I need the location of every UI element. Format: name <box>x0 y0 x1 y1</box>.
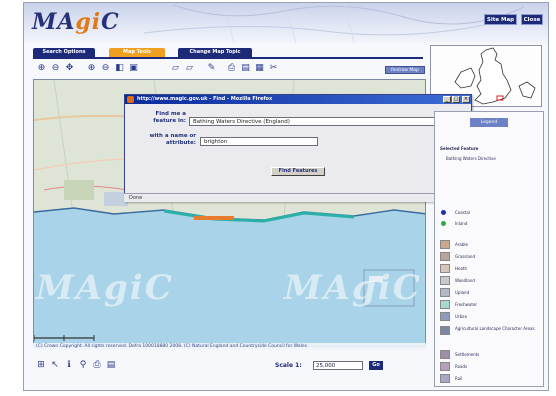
legend-panel <box>434 111 544 387</box>
magic-logo: MAgiC <box>32 9 120 35</box>
print-icon[interactable]: ⎙ <box>92 360 102 371</box>
legend-item-label: Heath <box>455 266 468 271</box>
legend-item-label: Inland <box>455 221 468 226</box>
info-icon[interactable]: ℹ <box>64 360 74 371</box>
legend-swatch <box>440 326 450 335</box>
query-icon[interactable]: ✂ <box>268 63 279 74</box>
logo-prefix: MA <box>32 9 76 35</box>
export-icon[interactable]: ▦ <box>254 63 265 74</box>
legend-coastal-dot <box>441 210 446 215</box>
legend-item-label: Coastal <box>455 210 470 215</box>
legend-swatch <box>440 264 450 273</box>
legend-item-label: Urban <box>455 314 468 319</box>
maximize-icon[interactable]: □ <box>452 96 460 103</box>
feature-select-value: Bathing Waters Directive (England) <box>193 119 290 125</box>
feature-select[interactable]: Bathing Waters Directive (England)▾ <box>189 117 466 126</box>
close-button[interactable]: Close <box>521 14 543 25</box>
legend-tab[interactable]: Legend <box>470 118 508 127</box>
minimize-icon[interactable]: _ <box>443 96 451 103</box>
legend-item-label: Settlements <box>455 352 480 357</box>
legend-swatch <box>440 362 450 371</box>
zoom-out-icon[interactable]: ⊖ <box>50 63 61 74</box>
save-icon[interactable]: ▤ <box>240 63 251 74</box>
legend-swatch <box>440 350 450 359</box>
attribute-input[interactable]: brighton <box>200 137 318 146</box>
legend-swatch <box>440 252 450 261</box>
tab-search-options[interactable]: Search Options <box>33 48 95 57</box>
legend-swatch <box>440 300 450 309</box>
zoom-in-icon[interactable]: ⊕ <box>36 63 47 74</box>
measure-icon[interactable]: ⏥ <box>170 63 181 74</box>
legend-item-label: Bathing Waters Directive <box>446 156 496 161</box>
close-icon[interactable]: × <box>462 96 470 103</box>
scale-label: Scale 1: <box>275 362 302 369</box>
legend-swatch <box>440 374 450 383</box>
map-copyright: (C) Crown Copyright. All rights reserved… <box>33 343 426 350</box>
redraw-map-button[interactable]: Redraw Map <box>385 66 425 74</box>
ruler-icon[interactable]: ⏥ <box>184 63 195 74</box>
legend-swatch <box>440 288 450 297</box>
zoom-in-icon[interactable]: ⊕ <box>86 63 97 74</box>
previous-view-icon[interactable]: ◧ <box>114 63 125 74</box>
print-icon[interactable]: ⎙ <box>226 63 237 74</box>
legend-item-label: Roads <box>455 364 468 369</box>
attribute-label-line2: attribute: <box>166 140 196 146</box>
tab-map-tools[interactable]: Map Tools <box>109 48 165 57</box>
pointer-icon[interactable]: ↖ <box>50 360 60 371</box>
legend-item-label: Rail <box>455 376 463 381</box>
legend-item-label: Agricultural Landscape Character Areas <box>455 326 535 331</box>
identify-icon[interactable]: ✎ <box>206 63 217 74</box>
find-features-button[interactable]: Find Features <box>271 167 325 176</box>
legend-swatch <box>440 240 450 249</box>
legend-item-label: Grassland <box>455 254 475 259</box>
popup-title-text: http://www.magic.gov.uk - Find - Mozilla… <box>137 96 273 102</box>
legend-heading: Selected Feature <box>440 146 479 151</box>
legend-item-label: Woodland <box>455 278 475 283</box>
zoom-out-icon[interactable]: ⊖ <box>100 63 111 74</box>
map-watermark-right: MAgiC <box>284 268 422 308</box>
site-map-button[interactable]: Site Map <box>484 14 517 25</box>
pan-icon[interactable]: ✥ <box>64 63 75 74</box>
zoom-icon[interactable]: ⚲ <box>78 360 88 371</box>
firefox-icon <box>127 96 134 103</box>
legend-swatch <box>440 312 450 321</box>
legend-item-label: Upland <box>455 290 470 295</box>
legend-item-label: Arable <box>455 242 468 247</box>
tab-change-map-topic[interactable]: Change Map Topic <box>178 48 252 57</box>
measure-icon[interactable]: ⊞ <box>36 360 46 371</box>
legend-inland-dot <box>441 221 446 226</box>
scale-input[interactable]: 25,000 <box>313 361 363 370</box>
logo-suffix: C <box>101 9 120 35</box>
full-extent-icon[interactable]: ▣ <box>128 63 139 74</box>
legend-item-label: Freshwater <box>455 302 478 307</box>
attribute-label-line1: with a name or <box>149 133 196 139</box>
map-watermark-left: MAgiC <box>36 268 174 308</box>
save-icon[interactable]: ▤ <box>106 360 116 371</box>
feature-label-line1: Find me a <box>155 111 187 117</box>
tab-divider <box>33 57 423 59</box>
popup-status-bar: Done <box>124 193 472 202</box>
popup-title-bar[interactable]: http://www.magic.gov.uk - Find - Mozilla… <box>125 95 471 104</box>
logo-accent: gi <box>75 9 102 35</box>
feature-label-line2: feature in: <box>153 118 186 124</box>
go-button[interactable]: Go <box>369 361 383 370</box>
legend-swatch <box>440 276 450 285</box>
